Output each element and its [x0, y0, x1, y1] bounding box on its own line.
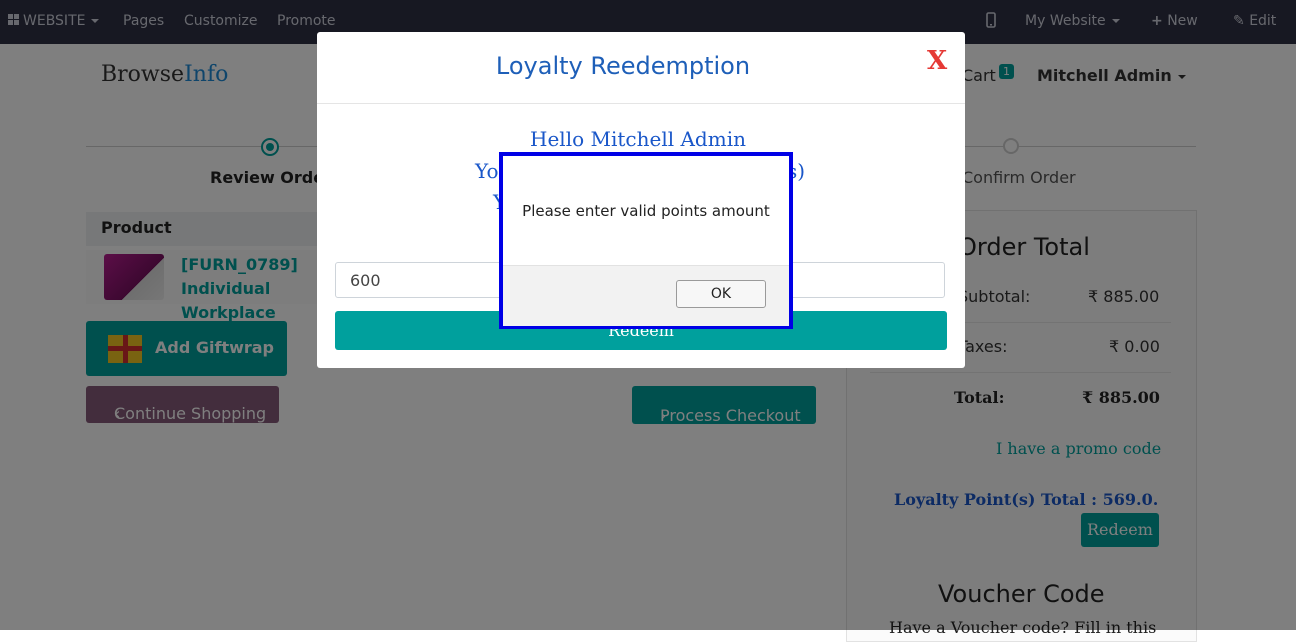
- ok-button[interactable]: OK: [676, 280, 766, 308]
- modal-header: Loyalty Reedemption X: [317, 32, 965, 104]
- alert-dialog: Please enter valid points amount OK: [499, 152, 793, 329]
- alert-footer: OK: [503, 265, 789, 326]
- alert-message: Please enter valid points amount: [522, 202, 770, 220]
- modal-title: Loyalty Reedemption: [495, 52, 751, 80]
- close-icon[interactable]: X: [927, 46, 947, 76]
- greeting-text: Hello Mitchell Admin: [530, 127, 746, 151]
- alert-body: Please enter valid points amount OK: [503, 156, 789, 326]
